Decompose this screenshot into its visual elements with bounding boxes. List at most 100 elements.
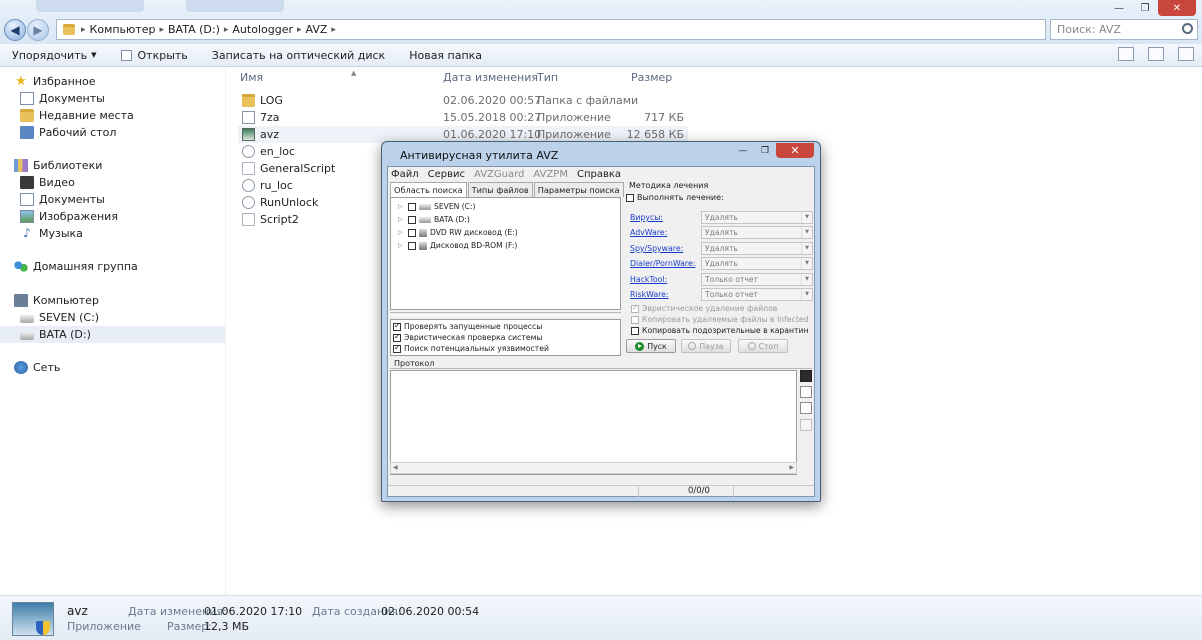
- sidebar-item-documents[interactable]: Документы: [20, 90, 245, 107]
- tree-drive-f[interactable]: ▷ Дисковод BD-ROM (F:): [398, 240, 517, 251]
- minimize-button[interactable]: —: [1106, 0, 1132, 16]
- save-icon[interactable]: [800, 370, 812, 382]
- chevron-down-icon[interactable]: ▼: [801, 212, 812, 223]
- horizontal-scrollbar[interactable]: ◀ ▶: [390, 462, 797, 474]
- protocol-log[interactable]: [390, 370, 797, 475]
- treatment-select[interactable]: Удалять ▼: [701, 257, 813, 271]
- stop-button[interactable]: Стоп: [738, 339, 788, 353]
- sidebar-item-libraries[interactable]: Библиотеки: [14, 157, 239, 174]
- tree-drive-e[interactable]: ▷ DVD RW дисковод (E:): [398, 227, 518, 238]
- expand-icon[interactable]: ▷: [398, 203, 408, 210]
- menu-help[interactable]: Справка: [577, 169, 621, 180]
- new-folder-button[interactable]: Новая папка: [397, 49, 494, 62]
- perform-treatment[interactable]: Выполнять лечение:: [626, 193, 724, 202]
- column-header-size[interactable]: Размер: [631, 71, 672, 84]
- expand-icon[interactable]: ▷: [398, 216, 408, 223]
- treatment-select[interactable]: Удалять ▼: [701, 241, 813, 255]
- column-header-type[interactable]: Тип: [537, 71, 558, 84]
- checkbox[interactable]: [408, 228, 416, 237]
- checkbox[interactable]: [631, 303, 639, 313]
- option-vulnerabilities[interactable]: Поиск потенциальных уязвимостей: [393, 343, 549, 353]
- checkbox[interactable]: [393, 321, 401, 331]
- tree-drive-c[interactable]: ▷ SEVEN (C:): [398, 201, 476, 212]
- tab-search-area[interactable]: Область поиска: [390, 182, 467, 197]
- treatment-select[interactable]: Только отчет ▼: [701, 288, 813, 301]
- column-header-name[interactable]: Имя ▲: [240, 69, 356, 84]
- checkbox[interactable]: [631, 315, 639, 324]
- background-tab[interactable]: [36, 0, 144, 12]
- threat-category-link[interactable]: HackTool:: [630, 275, 667, 284]
- treatment-select[interactable]: Удалять ▼: [701, 226, 813, 240]
- avz-minimize-button[interactable]: —: [732, 143, 754, 158]
- threat-category-link[interactable]: Spy/Spyware:: [630, 244, 683, 253]
- chevron-down-icon[interactable]: ▼: [801, 242, 812, 254]
- threat-category-link[interactable]: RiskWare:: [630, 290, 669, 299]
- avz-close-button[interactable]: ✕: [776, 143, 814, 158]
- background-tab[interactable]: [186, 0, 284, 12]
- threat-category-link[interactable]: Dialer/PornWare:: [630, 259, 695, 268]
- checkbox[interactable]: [408, 202, 416, 211]
- chevron-down-icon[interactable]: ▼: [801, 258, 812, 270]
- tab-search-params[interactable]: Параметры поиска: [533, 182, 624, 197]
- document-icon[interactable]: [800, 402, 812, 414]
- file-row[interactable]: 7za 15.05.2018 00:27 Приложение 717 КБ: [238, 109, 688, 126]
- copy-quarantine[interactable]: Копировать подозрительные в карантин: [631, 326, 809, 335]
- sidebar-item-recent[interactable]: Недавние места: [20, 107, 245, 124]
- sidebar-item-desktop[interactable]: Рабочий стол: [20, 124, 245, 141]
- sidebar-item-video[interactable]: Видео: [20, 174, 245, 191]
- option-heuristic[interactable]: Эвристическая проверка системы: [393, 332, 542, 342]
- threat-category-link[interactable]: AdvWare:: [630, 228, 667, 237]
- close-button[interactable]: ✕: [1158, 0, 1196, 16]
- sidebar-item-lib-documents[interactable]: Документы: [20, 191, 245, 208]
- pause-button[interactable]: Пауза: [681, 339, 731, 353]
- menu-file[interactable]: Файл: [391, 169, 419, 180]
- chevron-down-icon[interactable]: ▼: [801, 273, 812, 285]
- open-button[interactable]: Открыть: [109, 49, 200, 62]
- checkbox[interactable]: [393, 332, 401, 342]
- threat-category-link[interactable]: Вирусы:: [630, 213, 663, 222]
- menu-avzpm[interactable]: AVZPM: [533, 169, 568, 180]
- splitter[interactable]: [390, 312, 621, 316]
- menu-service[interactable]: Сервис: [428, 169, 465, 180]
- start-button[interactable]: Пуск: [626, 339, 676, 353]
- organize-button[interactable]: Упорядочить ▼: [0, 49, 109, 62]
- sidebar-item-music[interactable]: ♪ Музыка: [20, 225, 245, 242]
- chevron-down-icon[interactable]: ▼: [801, 289, 812, 300]
- breadcrumb-item[interactable]: Компьютер: [90, 23, 156, 36]
- checkbox[interactable]: [408, 215, 416, 224]
- glasses-icon[interactable]: [800, 386, 812, 398]
- preview-pane-icon[interactable]: [1148, 47, 1164, 61]
- clear-icon[interactable]: [800, 419, 812, 431]
- menu-avzguard[interactable]: AVZGuard: [474, 169, 524, 180]
- breadcrumb-item[interactable]: BATA (D:): [168, 23, 220, 36]
- chevron-down-icon[interactable]: ▼: [801, 227, 812, 239]
- heuristic-delete[interactable]: Эвристическое удаление файлов: [631, 303, 777, 313]
- avz-maximize-button[interactable]: ❐: [754, 143, 776, 158]
- sidebar-item-homegroup[interactable]: Домашняя группа: [14, 258, 239, 275]
- sidebar-item-images[interactable]: Изображения: [20, 208, 245, 225]
- option-processes[interactable]: Проверять запущенные процессы: [393, 321, 542, 331]
- sidebar-item-drive-d[interactable]: BATA (D:): [0, 326, 225, 343]
- checkbox[interactable]: [631, 326, 639, 335]
- file-row[interactable]: LOG 02.06.2020 00:57 Папка с файлами: [238, 92, 688, 109]
- expand-icon[interactable]: ▷: [398, 242, 408, 249]
- address-bar[interactable]: ▸ Компьютер ▸ BATA (D:) ▸ Autologger ▸ A…: [56, 19, 1046, 40]
- sidebar-item-computer[interactable]: Компьютер: [14, 292, 239, 309]
- checkbox[interactable]: [626, 193, 634, 202]
- help-icon[interactable]: [1178, 47, 1194, 61]
- sidebar-item-favorites[interactable]: ★ Избранное: [14, 73, 239, 90]
- scroll-right-icon[interactable]: ▶: [789, 464, 794, 471]
- maximize-button[interactable]: ❐: [1132, 0, 1158, 16]
- expand-icon[interactable]: ▷: [398, 229, 408, 236]
- view-mode-icon[interactable]: [1118, 47, 1134, 61]
- scroll-left-icon[interactable]: ◀: [393, 464, 398, 471]
- sidebar-item-drive-c[interactable]: SEVEN (C:): [20, 309, 225, 326]
- treatment-select[interactable]: Удалять ▼: [701, 211, 813, 224]
- tree-drive-d[interactable]: ▷ BATA (D:): [398, 214, 470, 225]
- sidebar-item-network[interactable]: Сеть: [14, 359, 239, 376]
- breadcrumb-item[interactable]: Autologger: [232, 23, 293, 36]
- burn-button[interactable]: Записать на оптический диск: [200, 49, 397, 62]
- tab-file-types[interactable]: Типы файлов: [467, 182, 533, 197]
- treatment-select[interactable]: Только отчет ▼: [701, 272, 813, 286]
- copy-infected[interactable]: Копировать удаляемые файлы в Infected: [631, 315, 808, 324]
